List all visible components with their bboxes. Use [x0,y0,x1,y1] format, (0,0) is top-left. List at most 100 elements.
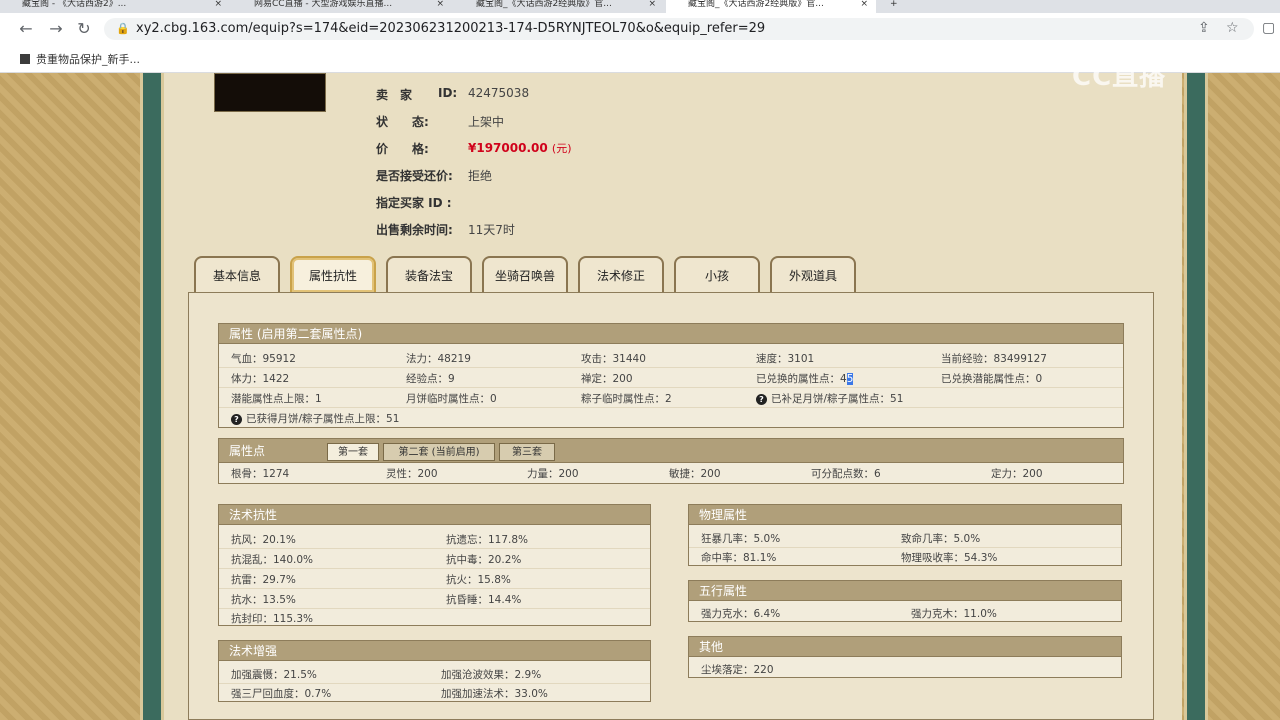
resist-cell: 抗混乱：140.0% [231,554,314,566]
spell-resistance-title: 法术抗性 [219,505,650,525]
attributes-title: 属性 (启用第二套属性点) [219,324,1123,344]
point-cell: 敏捷：200 [669,468,721,480]
close-icon[interactable]: × [214,0,222,9]
tab-appearance[interactable]: 外观道具 [770,256,856,292]
seller-label: 卖 家 [376,88,413,102]
price-value: ¥197000.00 (元) [468,140,572,156]
other-cell: 尘埃落定：220 [701,664,774,676]
browser-tab[interactable]: 藏宝阁 - 《大话西游2》... × [0,0,230,13]
help-icon[interactable]: ? [756,394,767,405]
bookmark-item[interactable]: 贵重物品保护_新手... [20,51,140,67]
attr-text: 已补足月饼/粽子属性点：51 [771,393,904,405]
back-icon[interactable]: ← [16,19,36,39]
attr-cell-help: ? 已补足月饼/粽子属性点：51 [756,391,903,406]
resist-cell: 抗中毒：20.2% [446,554,522,566]
point-cell: 根骨：1274 [231,468,290,480]
physical-cell: 狂暴几率：5.0% [701,533,781,545]
attr-cell: 体力：1422 [231,373,290,385]
remaining-time-value: 11天7时 [468,223,515,237]
spell-boost-box: 法术增强 加强震慑：21.5% 加强沧波效果：2.9% 强三尸回血度：0.7% … [218,640,651,702]
boost-cell: 加强震慑：21.5% [231,669,317,681]
tab-basic-info[interactable]: 基本信息 [194,256,280,292]
physical-cell: 物理吸收率：54.3% [901,552,998,564]
page-frame-right [1184,73,1208,720]
tab-attributes[interactable]: 属性抗性 [290,256,376,292]
tab-label: 藏宝阁_《大话西游2经典版》官... [688,0,824,9]
other-box: 其他 尘埃落定：220 [688,636,1122,678]
physical-cell: 致命几率：5.0% [901,533,981,545]
resist-cell: 抗雷：29.7% [231,574,296,586]
attr-cell: 已兑换潜能属性点：0 [941,373,1043,385]
price-unit: (元) [551,142,572,155]
row-divider [219,568,650,569]
resist-cell: 抗火：15.8% [446,574,511,586]
resist-cell: 抗遗忘：117.8% [446,534,529,546]
lock-icon: 🔒 [116,22,130,35]
share-icon[interactable]: ⇪ [1198,20,1210,36]
tab-label: 网易CC直播 - 大型游戏娱乐直播... [254,0,393,9]
attributes-box: 属性 (启用第二套属性点) 气血：95912 法力：48219 攻击：31440… [218,323,1124,428]
tab-label: 藏宝阁 - 《大话西游2》... [22,0,127,9]
element-cell: 强力克水：6.4% [701,608,781,620]
help-icon[interactable]: ? [231,414,242,425]
close-icon[interactable]: × [860,0,868,9]
tab-set-2[interactable]: 第二套 (当前启用) [383,443,495,461]
selected-text: 5 [846,373,854,385]
boost-cell: 加强沧波效果：2.9% [441,669,542,681]
tab-spell-mod[interactable]: 法术修正 [578,256,664,292]
seller-id: 42475038 [468,86,530,100]
tab-mounts-pets[interactable]: 坐骑召唤兽 [482,256,568,292]
address-bar-row: ← → ↻ 🔒 xy2.cbg.163.com/equip?s=174&eid=… [0,13,1280,46]
attr-cell-help: ? 已获得月饼/粽子属性点上限：51 [231,411,399,426]
tab-set-3[interactable]: 第三套 [499,443,555,461]
status-value: 上架中 [468,115,505,129]
window-icon[interactable]: ▢ [1262,20,1275,36]
seller-id-label: ID: [438,86,458,100]
attr-cell: 法力：48219 [406,353,471,365]
browser-tab[interactable]: 网易CC直播 - 大型游戏娱乐直播... × [232,0,452,13]
row-divider [219,367,1123,368]
boost-cell: 强三尸回血度：0.7% [231,688,332,700]
exchanged-value: 4 [840,373,847,385]
close-icon[interactable]: × [436,0,444,9]
status-label: 状 态: [376,115,429,129]
counter-offer-label: 是否接受还价: [376,169,453,183]
url-input[interactable]: 🔒 xy2.cbg.163.com/equip?s=174&eid=202306… [104,18,1254,40]
reload-icon[interactable]: ↻ [74,19,94,39]
attr-text: 已获得月饼/粽子属性点上限：51 [246,413,400,425]
favicon-icon [20,54,30,64]
point-cell: 定力：200 [991,468,1043,480]
spell-resistance-box: 法术抗性 抗风：20.1% 抗遗忘：117.8% 抗混乱：140.0% 抗中毒：… [218,504,651,626]
row-divider [219,588,650,589]
new-tab-icon[interactable]: + [884,0,904,13]
url-text: xy2.cbg.163.com/equip?s=174&eid=20230623… [136,21,766,36]
five-elements-box: 五行属性 强力克水：6.4% 强力克木：11.0% [688,580,1122,622]
bookmark-label: 贵重物品保护_新手... [36,53,140,66]
browser-tab-strip: 藏宝阁 - 《大话西游2》... × 网易CC直播 - 大型游戏娱乐直播... × … [0,0,1280,13]
row-divider [219,608,650,609]
exchanged-points: 已兑换的属性点：45 [756,371,854,386]
physical-title: 物理属性 [689,505,1121,525]
row-divider [219,548,650,549]
point-cell: 可分配点数：6 [811,468,881,480]
tab-set-1[interactable]: 第一套 [327,443,379,461]
attr-cell: 攻击：31440 [581,353,646,365]
other-title: 其他 [689,637,1121,657]
physical-box: 物理属性 狂暴几率：5.0% 致命几率：5.0% 命中率：81.1% 物理吸收率… [688,504,1122,566]
row-divider [689,547,1121,548]
forward-icon[interactable]: → [46,19,66,39]
attr-cell: 当前经验：83499127 [941,353,1047,365]
resist-cell: 抗昏睡：14.4% [446,594,522,606]
tab-child[interactable]: 小孩 [674,256,760,292]
price-amount: ¥197000.00 [468,141,548,155]
resist-cell: 抗水：13.5% [231,594,296,606]
tab-equipment[interactable]: 装备法宝 [386,256,472,292]
page-frame-left [140,73,164,720]
bookmark-star-icon[interactable]: ☆ [1226,20,1239,36]
browser-tab-active[interactable]: 藏宝阁_《大话西游2经典版》官... × [666,0,876,13]
attr-cell: 潜能属性点上限：1 [231,393,322,405]
watermark-logo: CC直播 [1072,62,1167,92]
browser-tab[interactable]: 藏宝阁_《大话西游2经典版》官... × [454,0,664,13]
remaining-time-label: 出售剩余时间: [376,223,453,237]
close-icon[interactable]: × [648,0,656,9]
